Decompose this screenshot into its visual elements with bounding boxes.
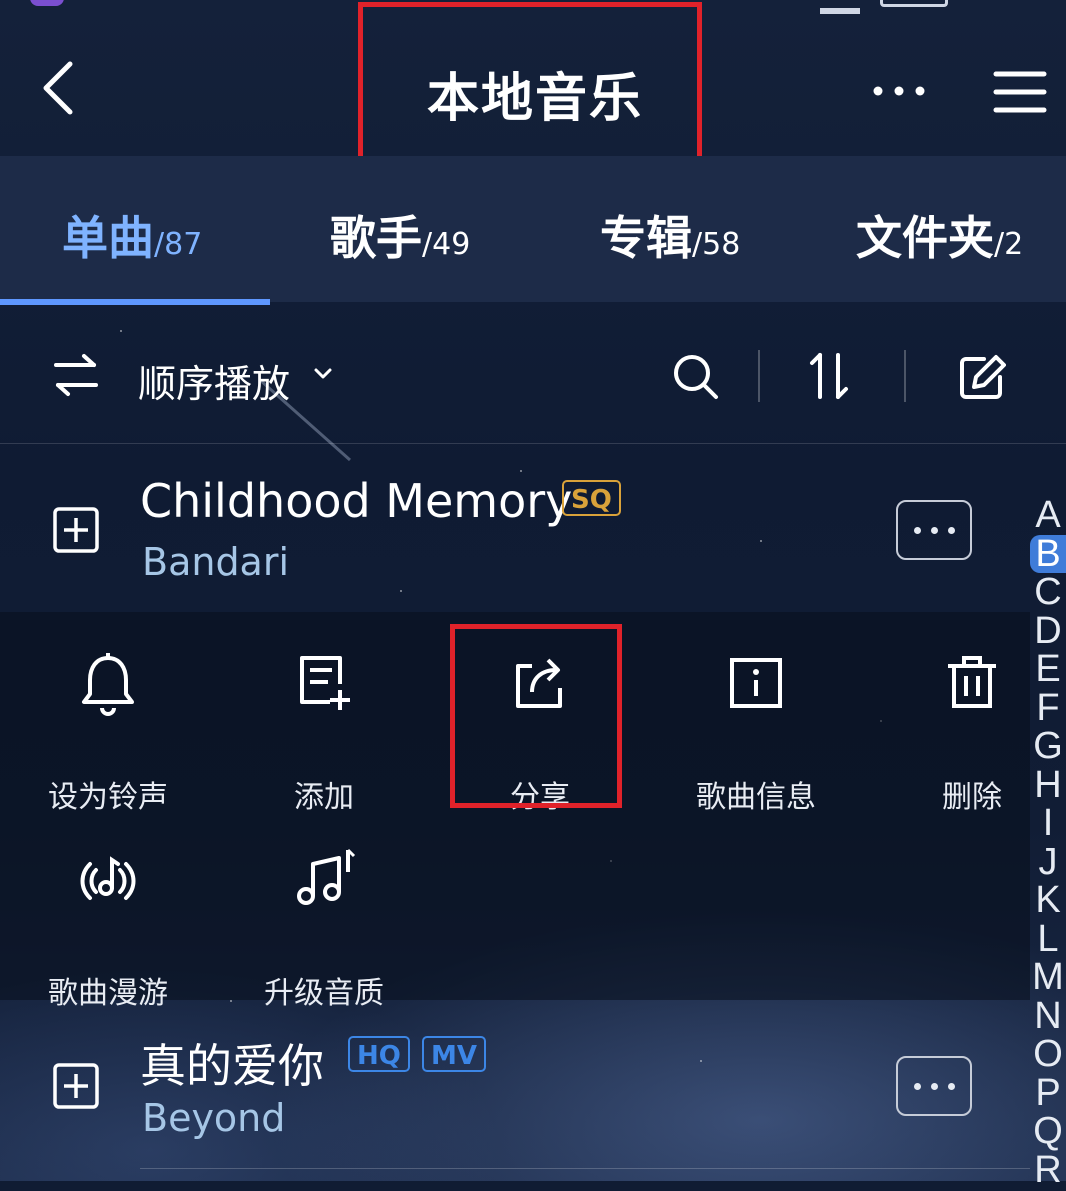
more-dot (948, 527, 955, 534)
play-mode-button[interactable] (52, 353, 100, 401)
tab-folders[interactable]: 文件夹/2 (856, 202, 1024, 265)
index-letter[interactable]: L (1030, 919, 1066, 959)
index-letter[interactable]: E (1030, 650, 1066, 689)
signal-icon (820, 0, 860, 14)
index-letter[interactable]: C (1030, 573, 1066, 612)
more-button[interactable] (866, 66, 932, 116)
action-add[interactable]: 添加 (234, 652, 414, 815)
index-letter[interactable]: K (1030, 881, 1066, 920)
action-label: 歌曲信息 (696, 780, 816, 815)
tab-songs[interactable]: 单曲/87 (62, 202, 203, 265)
index-letter[interactable]: R (1030, 1150, 1066, 1190)
index-letter[interactable]: H (1030, 765, 1066, 805)
tab-albums[interactable]: 专辑/58 (600, 202, 741, 265)
more-dot (914, 1083, 921, 1090)
index-letter[interactable]: D (1030, 611, 1066, 651)
bell-icon (82, 653, 134, 716)
index-letter[interactable]: N (1030, 996, 1066, 1036)
index-letter[interactable]: M (1030, 958, 1066, 997)
action-song-roam[interactable]: 歌曲漫游 (18, 848, 198, 1011)
notification-icon (30, 0, 64, 6)
tab-count: /2 (994, 227, 1024, 262)
song-title: Childhood Memory (140, 474, 573, 528)
search-button[interactable] (672, 353, 720, 405)
trash-icon (948, 656, 996, 708)
index-letter[interactable]: O (1030, 1035, 1066, 1074)
row-divider (140, 1168, 1030, 1169)
song-more-button[interactable] (896, 500, 972, 560)
tab-count: /49 (422, 227, 471, 262)
edit-icon (960, 355, 1006, 399)
add-to-playlist-icon[interactable] (52, 1062, 100, 1110)
action-set-ringtone[interactable]: 设为铃声 (18, 652, 198, 815)
tab-label: 歌手 (330, 211, 422, 265)
action-label: 添加 (294, 780, 354, 815)
song-row[interactable]: 真的爱你 HQ MV Beyond (0, 1002, 1030, 1170)
share-highlight-box (450, 624, 622, 808)
divider (758, 350, 760, 402)
index-letter[interactable]: B (1030, 534, 1066, 573)
add-to-playlist-icon[interactable] (52, 506, 100, 554)
index-letter[interactable]: A (1030, 496, 1066, 535)
shuffle-order-icon (54, 354, 98, 396)
index-letter[interactable]: P (1030, 1073, 1066, 1113)
index-letter[interactable]: G (1030, 727, 1066, 766)
quality-badge-sq: SQ (562, 480, 621, 516)
action-upgrade-quality[interactable]: 升级音质 (234, 848, 414, 1011)
action-song-info[interactable]: 歌曲信息 (666, 652, 846, 815)
index-letter[interactable]: Q (1030, 1112, 1066, 1151)
hamburger-menu-icon (993, 71, 1047, 113)
tab-label: 单曲 (62, 211, 154, 265)
more-dot (914, 527, 921, 534)
list-toolbar: 顺序播放 (0, 305, 1066, 444)
song-artist: Bandari (142, 540, 290, 584)
music-notes-icon (297, 848, 356, 905)
divider (904, 350, 906, 402)
more-dot (931, 527, 938, 534)
search-icon (674, 355, 718, 399)
chevron-down-icon[interactable] (312, 363, 334, 385)
title-highlight-box (358, 2, 702, 180)
info-icon (730, 658, 782, 708)
song-artist: Beyond (142, 1096, 286, 1140)
edit-button[interactable] (958, 353, 1006, 405)
battery-icon (880, 0, 948, 7)
song-more-button[interactable] (896, 1056, 972, 1116)
back-button[interactable] (30, 58, 90, 118)
music-roam-icon (80, 856, 136, 900)
index-letter[interactable]: I (1030, 804, 1066, 843)
more-dot (948, 1083, 955, 1090)
alphabet-index[interactable]: ABCDEFGHIJKLMNOPQR (1030, 496, 1066, 1189)
play-mode-label[interactable]: 顺序播放 (138, 353, 290, 408)
more-icon (873, 86, 925, 96)
sort-button[interactable] (806, 351, 854, 405)
sort-icon (810, 353, 848, 399)
tab-count: /87 (154, 227, 203, 262)
song-title: 真的爱你 (140, 1039, 324, 1093)
action-label: 设为铃声 (48, 780, 168, 815)
index-letter[interactable]: F (1030, 688, 1066, 728)
quality-badge-hq: HQ (348, 1036, 410, 1072)
tab-artists[interactable]: 歌手/49 (330, 202, 471, 265)
chevron-left-icon (43, 61, 73, 115)
tab-label: 专辑 (600, 211, 692, 265)
more-dot (931, 1083, 938, 1090)
mv-badge: MV (422, 1036, 486, 1072)
tab-count: /58 (692, 227, 741, 262)
add-to-list-icon (300, 656, 350, 710)
tab-bar: 单曲/87 歌手/49 专辑/58 文件夹/2 (0, 156, 1066, 302)
song-row[interactable]: Childhood Memory SQ Bandari (0, 444, 1030, 612)
index-letter[interactable]: J (1030, 842, 1066, 882)
tab-label: 文件夹 (856, 211, 994, 265)
menu-button[interactable] (990, 64, 1050, 120)
